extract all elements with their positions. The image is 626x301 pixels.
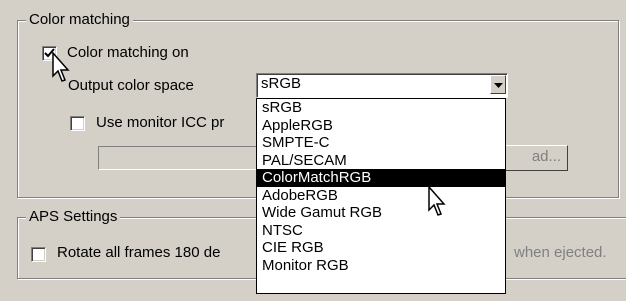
dropdown-option-highlighted[interactable]: ColorMatchRGB (257, 169, 505, 187)
dropdown-arrow-icon (494, 83, 503, 88)
mouse-pointer-icon (52, 52, 70, 82)
rotate-frames-label: Rotate all frames 180 de (57, 244, 221, 261)
dropdown-option[interactable]: PAL/SECAM (257, 152, 505, 170)
selected-color-space: sRGB (261, 75, 302, 92)
dropdown-option[interactable]: Monitor RGB (257, 257, 505, 275)
dropdown-option[interactable]: sRGB (257, 99, 505, 117)
output-color-space-select[interactable]: sRGB (256, 73, 508, 98)
rotate-frames-checkbox[interactable] (31, 247, 46, 262)
aps-settings-legend: APS Settings (26, 208, 121, 226)
color-matching-legend: Color matching (26, 11, 133, 29)
dropdown-option[interactable]: AdobeRGB (257, 187, 505, 205)
mouse-pointer-icon (428, 186, 446, 216)
dropdown-option[interactable]: NTSC (257, 222, 505, 240)
dropdown-option[interactable]: Wide Gamut RGB (257, 204, 505, 222)
icc-path-field (98, 146, 260, 170)
ejected-text: when ejected. (514, 244, 607, 261)
color-matching-label: Color matching on (67, 44, 189, 61)
dropdown-option[interactable]: AppleRGB (257, 117, 505, 135)
monitor-icc-checkbox[interactable] (70, 116, 85, 131)
dropdown-option[interactable]: CIE RGB (257, 239, 505, 257)
color-space-dropdown-list[interactable]: sRGB AppleRGB SMPTE-C PAL/SECAM ColorMat… (256, 98, 506, 294)
dropdown-option[interactable]: SMPTE-C (257, 134, 505, 152)
dropdown-arrow-button[interactable] (490, 75, 506, 94)
output-color-space-label: Output color space (68, 77, 194, 94)
monitor-icc-label: Use monitor ICC pr (96, 114, 225, 131)
